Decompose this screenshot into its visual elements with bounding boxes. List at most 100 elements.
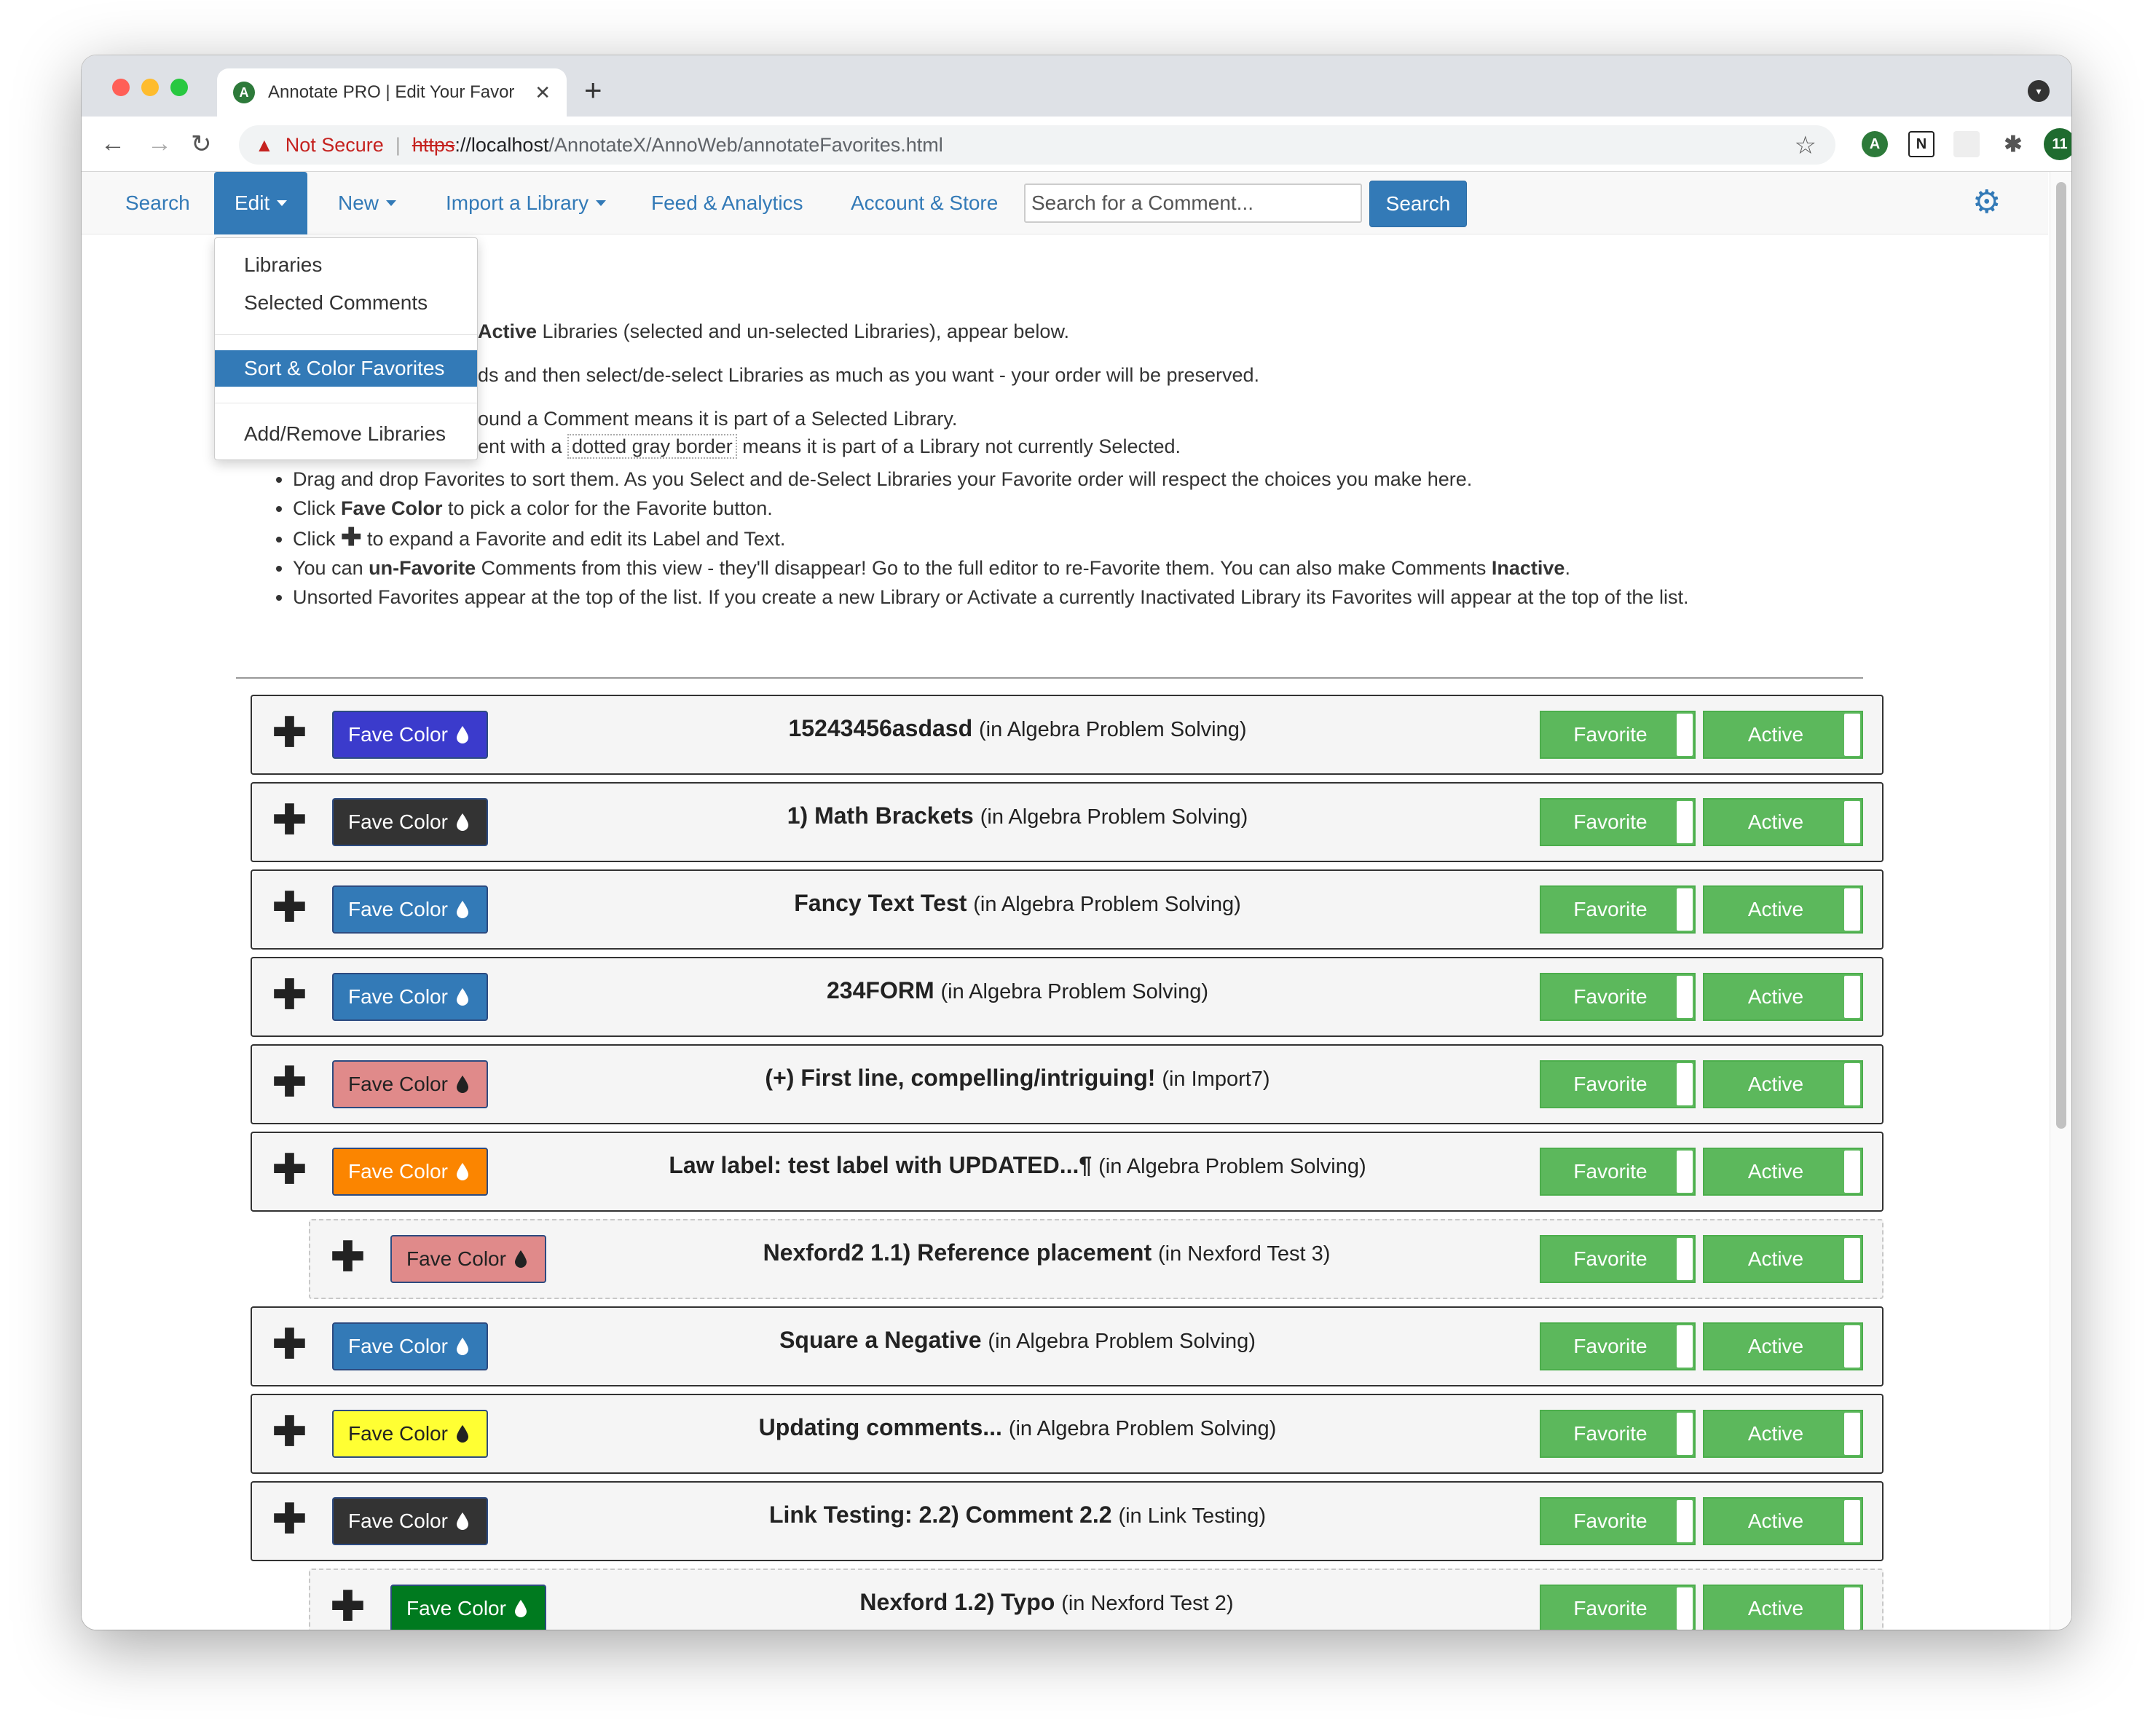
- fave-color-button[interactable]: Fave Color: [332, 1497, 488, 1545]
- annotate-extension-icon[interactable]: A: [1862, 131, 1888, 157]
- favorite-row[interactable]: ✚ Fave Color 15243456asdasd (in Algebra Pr…: [251, 695, 1884, 775]
- favorite-toggle[interactable]: Favorite: [1540, 1322, 1696, 1370]
- nav-new-menu[interactable]: New: [338, 172, 397, 234]
- comment-label: 1) Math Brackets: [787, 802, 974, 829]
- fave-color-button[interactable]: Fave Color: [390, 1235, 546, 1283]
- active-toggle[interactable]: Active: [1703, 885, 1863, 934]
- expand-plus-icon[interactable]: ✚: [331, 1236, 365, 1277]
- fave-color-button[interactable]: Fave Color: [332, 885, 488, 934]
- close-window-button[interactable]: [112, 79, 130, 96]
- fave-color-button[interactable]: Fave Color: [390, 1585, 546, 1630]
- page-scrollbar[interactable]: [2050, 172, 2071, 1630]
- favorite-toggle[interactable]: Favorite: [1540, 711, 1696, 759]
- fave-color-label: Fave Color: [348, 1073, 448, 1095]
- favorite-toggle[interactable]: Favorite: [1540, 1585, 1696, 1630]
- expand-plus-icon[interactable]: ✚: [272, 1324, 307, 1365]
- gear-icon[interactable]: ⚙: [1972, 184, 2001, 221]
- fave-color-button[interactable]: Fave Color: [332, 1322, 488, 1370]
- back-icon[interactable]: ←: [101, 130, 125, 158]
- droplet-icon: [513, 1599, 528, 1618]
- menu-item-selected-comments[interactable]: Selected Comments: [215, 285, 477, 321]
- expand-plus-icon[interactable]: ✚: [272, 1062, 307, 1102]
- favorite-row[interactable]: ✚ Fave Color Nexford2 1.1) Reference place…: [309, 1219, 1884, 1299]
- blank-extension-icon[interactable]: [1953, 131, 1980, 157]
- scrollbar-thumb[interactable]: [2056, 182, 2066, 1129]
- menu-item-sort-color-favorites[interactable]: Sort & Color Favorites: [215, 350, 477, 387]
- search-button[interactable]: Search: [1369, 181, 1467, 227]
- expand-plus-icon[interactable]: ✚: [272, 1499, 307, 1539]
- favorite-toggle[interactable]: Favorite: [1540, 1148, 1696, 1196]
- active-toggle[interactable]: Active: [1703, 973, 1863, 1021]
- nav-search-link[interactable]: Search: [125, 172, 190, 234]
- fave-color-button[interactable]: Fave Color: [332, 973, 488, 1021]
- nav-edit-menu[interactable]: Edit: [214, 172, 308, 234]
- tab-close-icon[interactable]: ✕: [535, 82, 551, 104]
- favorite-row[interactable]: ✚ Fave Color Law label: test label with UP…: [251, 1132, 1884, 1212]
- fave-color-button[interactable]: Fave Color: [332, 711, 488, 759]
- expand-plus-icon[interactable]: ✚: [272, 1149, 307, 1190]
- fave-color-label: Fave Color: [348, 1335, 448, 1357]
- library-name: (in Algebra Problem Solving): [940, 980, 1208, 1003]
- minimize-window-button[interactable]: [141, 79, 159, 96]
- favorite-row[interactable]: ✚ Fave Color Updating comments... (in Alge…: [251, 1394, 1884, 1474]
- active-toggle-label: Active: [1747, 1247, 1804, 1270]
- active-toggle[interactable]: Active: [1703, 1497, 1863, 1545]
- active-toggle[interactable]: Active: [1703, 1060, 1863, 1108]
- favorite-row[interactable]: ✚ Fave Color Link Testing: 2.2) Comment 2.…: [251, 1481, 1884, 1561]
- active-toggle-label: Active: [1747, 1335, 1804, 1357]
- active-toggle[interactable]: Active: [1703, 1235, 1863, 1283]
- favorite-toggle[interactable]: Favorite: [1540, 1497, 1696, 1545]
- profile-avatar[interactable]: 11: [2044, 128, 2071, 160]
- favorite-row[interactable]: ✚ Fave Color Nexford 1.2) Typo (in Nexford…: [309, 1569, 1884, 1630]
- nav-import-menu[interactable]: Import a Library: [446, 172, 607, 234]
- nav-account-link[interactable]: Account & Store: [851, 172, 998, 234]
- active-toggle[interactable]: Active: [1703, 798, 1863, 846]
- browser-tab[interactable]: A Annotate PRO | Edit Your Favor ✕: [217, 68, 567, 117]
- url-field[interactable]: ▲ Not Secure | https://localhost/Annotat…: [239, 125, 1835, 165]
- favorite-toggle-label: Favorite: [1573, 1073, 1648, 1095]
- favorite-toggle[interactable]: Favorite: [1540, 1060, 1696, 1108]
- expand-plus-icon[interactable]: ✚: [272, 800, 307, 840]
- fave-color-label: Fave Color: [406, 1597, 506, 1619]
- favorite-row[interactable]: ✚ Fave Color (+) First line, compelling/in…: [251, 1044, 1884, 1124]
- bookmark-star-icon[interactable]: ☆: [1795, 131, 1817, 160]
- tab-search-icon[interactable]: ▾: [2028, 80, 2050, 102]
- favorite-row[interactable]: ✚ Fave Color 234FORM (in Algebra Problem S…: [251, 957, 1884, 1037]
- forward-icon[interactable]: →: [147, 130, 172, 158]
- expand-plus-icon[interactable]: ✚: [272, 887, 307, 928]
- zoom-window-button[interactable]: [170, 79, 188, 96]
- toggle-knob: [1844, 1151, 1860, 1193]
- comment-search-input[interactable]: [1024, 184, 1362, 223]
- fave-color-button[interactable]: Fave Color: [332, 1060, 488, 1108]
- active-toggle[interactable]: Active: [1703, 1148, 1863, 1196]
- menu-item-add-remove-libraries[interactable]: Add/Remove Libraries: [215, 416, 477, 452]
- fave-color-button[interactable]: Fave Color: [332, 1148, 488, 1196]
- fave-color-button[interactable]: Fave Color: [332, 798, 488, 846]
- favorite-toggle[interactable]: Favorite: [1540, 1410, 1696, 1458]
- new-tab-icon[interactable]: +: [584, 73, 602, 108]
- menu-item-libraries[interactable]: Libraries: [215, 247, 477, 283]
- expand-plus-icon[interactable]: ✚: [272, 1411, 307, 1452]
- active-toggle[interactable]: Active: [1703, 1410, 1863, 1458]
- favorite-row[interactable]: ✚ Fave Color Fancy Text Test (in Algebra P…: [251, 869, 1884, 950]
- expand-plus-icon[interactable]: ✚: [272, 712, 307, 753]
- comment-label: Nexford2 1.1) Reference placement: [763, 1239, 1152, 1266]
- favorite-row[interactable]: ✚ Fave Color Square a Negative (in Algebra…: [251, 1306, 1884, 1386]
- expand-plus-icon[interactable]: ✚: [272, 974, 307, 1015]
- active-toggle[interactable]: Active: [1703, 711, 1863, 759]
- active-toggle[interactable]: Active: [1703, 1585, 1863, 1630]
- reload-icon[interactable]: ↻: [191, 130, 212, 159]
- favorite-toggle[interactable]: Favorite: [1540, 798, 1696, 846]
- puzzle-extension-icon[interactable]: ✱: [2000, 131, 2026, 157]
- nav-feed-link[interactable]: Feed & Analytics: [651, 172, 803, 234]
- edit-dropdown-menu: Libraries Selected Comments Sort & Color…: [214, 237, 478, 460]
- favorite-toggle[interactable]: Favorite: [1540, 1235, 1696, 1283]
- active-toggle[interactable]: Active: [1703, 1322, 1863, 1370]
- favorite-toggle[interactable]: Favorite: [1540, 973, 1696, 1021]
- expand-plus-icon[interactable]: ✚: [331, 1586, 365, 1627]
- favorite-row[interactable]: ✚ Fave Color 1) Math Brackets (in Algebra …: [251, 782, 1884, 862]
- favorite-toggle[interactable]: Favorite: [1540, 885, 1696, 934]
- fave-color-button[interactable]: Fave Color: [332, 1410, 488, 1458]
- notion-extension-icon[interactable]: N: [1908, 131, 1934, 157]
- toggle-knob: [1677, 1063, 1693, 1105]
